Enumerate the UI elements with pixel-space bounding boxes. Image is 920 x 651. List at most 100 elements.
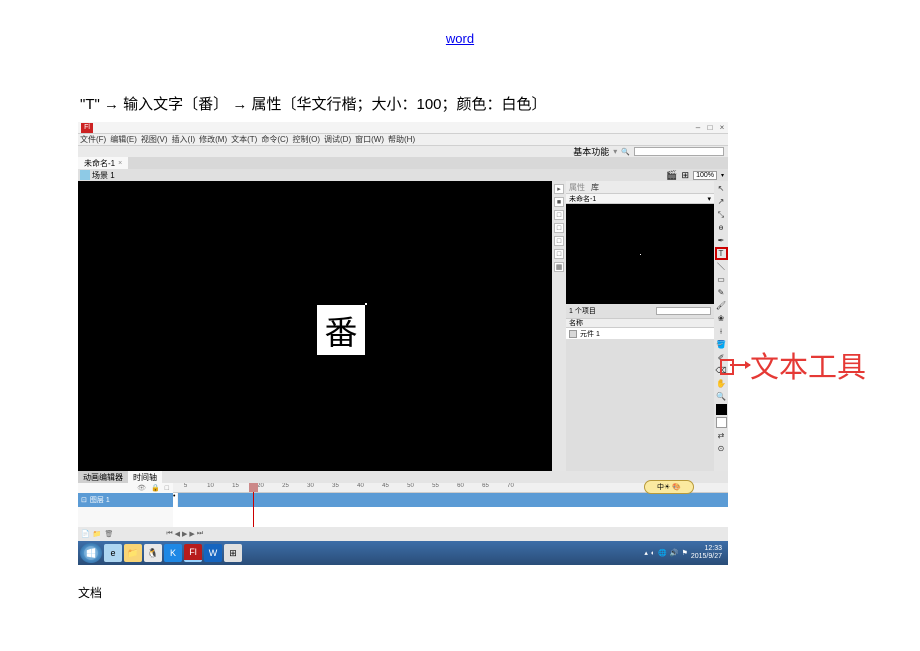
menu-control[interactable]: 控制(O): [292, 134, 320, 145]
panel-icon[interactable]: ▸: [554, 184, 564, 194]
document-tabs: 未命名-1 ×: [78, 157, 728, 169]
layout-dropdown-icon[interactable]: ▾: [613, 147, 617, 156]
menu-window[interactable]: 窗口(W): [355, 134, 384, 145]
menu-text[interactable]: 文本(T): [231, 134, 257, 145]
subselection-tool-icon[interactable]: ↗: [716, 196, 727, 207]
keyframe[interactable]: [173, 493, 178, 507]
menu-edit[interactable]: 编辑(E): [110, 134, 137, 145]
paint-bucket-tool-icon[interactable]: 🪣: [716, 339, 727, 350]
stage-area[interactable]: 番: [78, 181, 552, 471]
brush-tool-icon[interactable]: 🖌: [716, 300, 727, 311]
selection-tool-icon[interactable]: ↖: [716, 183, 727, 194]
pencil-tool-icon[interactable]: ✎: [716, 287, 727, 298]
text-object[interactable]: 番: [317, 305, 365, 355]
fill-color-swatch[interactable]: [716, 417, 727, 428]
hand-tool-icon[interactable]: ✋: [716, 378, 727, 389]
window-close-icon[interactable]: ×: [716, 123, 728, 133]
lock-icon[interactable]: 🔒: [151, 484, 160, 492]
swap-colors-icon[interactable]: ⇄: [716, 430, 727, 441]
start-button[interactable]: [80, 543, 102, 563]
new-layer-icon[interactable]: 📄: [81, 530, 90, 538]
back-icon[interactable]: [80, 170, 90, 180]
playhead[interactable]: [253, 483, 254, 527]
zoom-dropdown-icon[interactable]: ▾: [721, 172, 724, 179]
panel-icon[interactable]: □: [554, 236, 564, 246]
tab-timeline[interactable]: 时间轴: [128, 471, 162, 483]
outline-icon[interactable]: □: [165, 485, 169, 492]
scene-label[interactable]: 场景 1: [92, 170, 115, 181]
line-tool-icon[interactable]: ＼: [716, 261, 727, 272]
edit-scene-icon[interactable]: 🎬: [666, 170, 677, 181]
text-tool-icon[interactable]: T: [716, 248, 727, 259]
lasso-tool-icon[interactable]: ɵ: [716, 222, 727, 233]
free-transform-tool-icon[interactable]: ⤡: [716, 209, 727, 220]
library-column-header[interactable]: 名称: [566, 318, 714, 328]
new-folder-icon[interactable]: 📁: [93, 530, 102, 538]
bone-tool-icon[interactable]: ⟊: [716, 326, 727, 337]
menu-modify[interactable]: 修改(M): [199, 134, 227, 145]
zoom-select[interactable]: 100%: [693, 171, 717, 180]
taskbar-kugou-icon[interactable]: K: [164, 544, 182, 562]
flash-app-icon: Fl: [81, 123, 93, 133]
panel-icon[interactable]: □: [554, 210, 564, 220]
flash-screenshot: Fl – □ × 文件(F) 编辑(E) 视图(V) 插入(I) 修改(M) 文…: [78, 122, 728, 530]
library-item-label: 元件 1: [580, 329, 600, 339]
window-min-icon[interactable]: –: [692, 123, 704, 133]
taskbar-word-icon[interactable]: W: [204, 544, 222, 562]
library-search-input[interactable]: [656, 307, 711, 315]
layer-row[interactable]: ⊡ 图层 1: [78, 493, 173, 507]
tray-up-icon[interactable]: ▴: [644, 549, 648, 557]
rectangle-tool-icon[interactable]: ▭: [716, 274, 727, 285]
document-tab[interactable]: 未命名-1 ×: [78, 157, 128, 169]
prev-frame-icon[interactable]: ◀: [175, 530, 180, 538]
taskbar-ie-icon[interactable]: e: [104, 544, 122, 562]
library-select-label: 未命名-1: [569, 194, 596, 204]
taskbar-explorer-icon[interactable]: 📁: [124, 544, 142, 562]
ime-indicator[interactable]: 中 ☀ 🎨: [644, 480, 694, 494]
play-icon[interactable]: ▶: [182, 530, 187, 538]
tab-motion-editor[interactable]: 动画编辑器: [78, 471, 128, 483]
zoom-tool-icon[interactable]: 🔍: [716, 391, 727, 402]
last-frame-icon[interactable]: ⏭: [197, 530, 203, 538]
visibility-icon[interactable]: 👁: [137, 484, 146, 492]
library-item[interactable]: 元件 1: [566, 328, 714, 339]
pen-tool-icon[interactable]: ✒: [716, 235, 727, 246]
taskbar-clock[interactable]: 12:33 2015/9/27: [691, 545, 722, 561]
edit-symbols-icon[interactable]: ⊞: [682, 170, 690, 181]
deco-tool-icon[interactable]: ❀: [716, 313, 727, 324]
layers-pane: 👁 🔒 □ ⊡ 图层 1: [78, 483, 173, 527]
taskbar-qq-icon[interactable]: 🐧: [144, 544, 162, 562]
frame-track[interactable]: [173, 493, 728, 507]
tray-flag-icon[interactable]: ⚑: [682, 549, 688, 557]
menu-help[interactable]: 帮助(H): [388, 134, 415, 145]
layout-label[interactable]: 基本功能: [573, 145, 609, 158]
snap-icon[interactable]: ⊙: [716, 443, 727, 454]
close-icon[interactable]: ×: [118, 160, 122, 167]
menu-debug[interactable]: 调试(D): [324, 134, 351, 145]
panel-icon[interactable]: □: [554, 249, 564, 259]
next-frame-icon[interactable]: ▶: [189, 530, 194, 538]
instruction-text: "T" → 输入文字〔番〕 → 属性〔华文行楷；大小：100；颜色：白色〕: [80, 93, 920, 114]
menu-view[interactable]: 视图(V): [141, 134, 168, 145]
tray-volume-icon[interactable]: 🔊: [670, 549, 679, 557]
panel-icon[interactable]: ▦: [554, 262, 564, 272]
panel-icon[interactable]: ■: [554, 197, 564, 207]
tray-icon[interactable]: ◐: [651, 550, 655, 557]
menu-file[interactable]: 文件(F): [80, 134, 106, 145]
header-link[interactable]: word: [446, 31, 474, 46]
menu-commands[interactable]: 命令(C): [261, 134, 288, 145]
tray-icon[interactable]: 🌐: [658, 549, 667, 557]
menu-insert[interactable]: 插入(I): [172, 134, 196, 145]
first-frame-icon[interactable]: ⏮: [166, 530, 172, 538]
stage[interactable]: [78, 181, 552, 471]
tab-library[interactable]: 库: [591, 182, 599, 193]
library-document-select[interactable]: 未命名-1 ▾: [566, 193, 714, 204]
taskbar-app-icon[interactable]: ⊞: [224, 544, 242, 562]
search-input[interactable]: [634, 147, 724, 156]
window-max-icon[interactable]: □: [704, 123, 716, 133]
delete-layer-icon[interactable]: 🗑: [104, 530, 113, 538]
taskbar-flash-icon[interactable]: Fl: [184, 544, 202, 562]
tab-properties[interactable]: 属性: [569, 182, 585, 193]
panel-icon[interactable]: □: [554, 223, 564, 233]
stroke-color-swatch[interactable]: [716, 404, 727, 415]
